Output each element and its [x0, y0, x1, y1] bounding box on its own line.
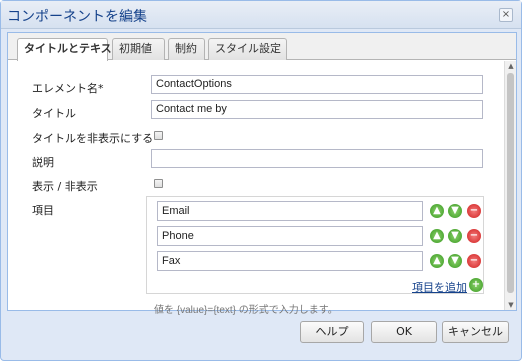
- description-field[interactable]: [151, 149, 483, 168]
- add-icon[interactable]: +: [469, 278, 483, 292]
- title-field[interactable]: Contact me by: [151, 100, 483, 119]
- hide-title-label: タイトルを非表示にする: [32, 132, 154, 145]
- items-label: 項目: [32, 204, 54, 217]
- form-area: エレメント名* ContactOptions タイトル Contact me b…: [8, 61, 503, 316]
- dialog-title: コンポーネントを編集: [7, 9, 147, 25]
- move-down-icon[interactable]: ▼: [448, 254, 462, 268]
- tab-constraints[interactable]: 制約: [168, 38, 205, 60]
- element-name-field[interactable]: ContactOptions: [151, 75, 483, 94]
- dialog-titlebar[interactable]: コンポーネントを編集 ×: [1, 1, 521, 29]
- show-hide-checkbox[interactable]: [154, 179, 163, 188]
- move-down-icon[interactable]: ▼: [448, 229, 462, 243]
- remove-icon[interactable]: −: [467, 229, 481, 243]
- item-field-fax[interactable]: Fax: [157, 251, 423, 271]
- cancel-button[interactable]: キャンセル: [442, 321, 509, 343]
- move-up-icon[interactable]: ▲: [430, 254, 444, 268]
- edit-component-dialog: コンポーネントを編集 × タイトルとテキスト 初期値 制約 スタイル設定 エレメ…: [0, 0, 522, 361]
- remove-icon[interactable]: −: [467, 204, 481, 218]
- remove-icon[interactable]: −: [467, 254, 481, 268]
- tab-initial-value[interactable]: 初期値: [112, 38, 165, 60]
- move-down-icon[interactable]: ▼: [448, 204, 462, 218]
- add-item-link[interactable]: 項目を追加: [412, 279, 467, 295]
- help-button[interactable]: ヘルプ: [300, 321, 364, 343]
- move-up-icon[interactable]: ▲: [430, 204, 444, 218]
- scroll-up-icon[interactable]: ▲: [505, 61, 517, 71]
- dialog-body: タイトルとテキスト 初期値 制約 スタイル設定 エレメント名* ContactO…: [7, 32, 517, 316]
- ok-button[interactable]: OK: [371, 321, 437, 343]
- move-up-icon[interactable]: ▲: [430, 229, 444, 243]
- hide-title-checkbox[interactable]: [154, 131, 163, 140]
- item-field-phone[interactable]: Phone: [157, 226, 423, 246]
- scroll-down-icon[interactable]: ▼: [505, 300, 517, 310]
- item-field-email[interactable]: Email: [157, 201, 423, 221]
- items-list: Email ▲ ▼ − Phone ▲ ▼ − Fax ▲ ▼ − 項目を追加 …: [146, 196, 484, 294]
- tab-title-and-text[interactable]: タイトルとテキスト: [17, 38, 123, 61]
- scroll-thumb[interactable]: [507, 73, 514, 293]
- close-icon[interactable]: ×: [499, 8, 513, 22]
- description-label: 説明: [32, 156, 54, 169]
- tab-strip: タイトルとテキスト 初期値 制約 スタイル設定: [8, 33, 516, 61]
- show-hide-label: 表示 / 非表示: [32, 180, 98, 193]
- title-label: タイトル: [32, 107, 76, 120]
- vertical-scrollbar[interactable]: ▲ ▼: [504, 61, 516, 310]
- tab-styles[interactable]: スタイル設定: [208, 38, 287, 60]
- element-name-label: エレメント名*: [32, 82, 104, 95]
- items-hint: 値を {value}={text} の形式で入力します。: [154, 305, 338, 316]
